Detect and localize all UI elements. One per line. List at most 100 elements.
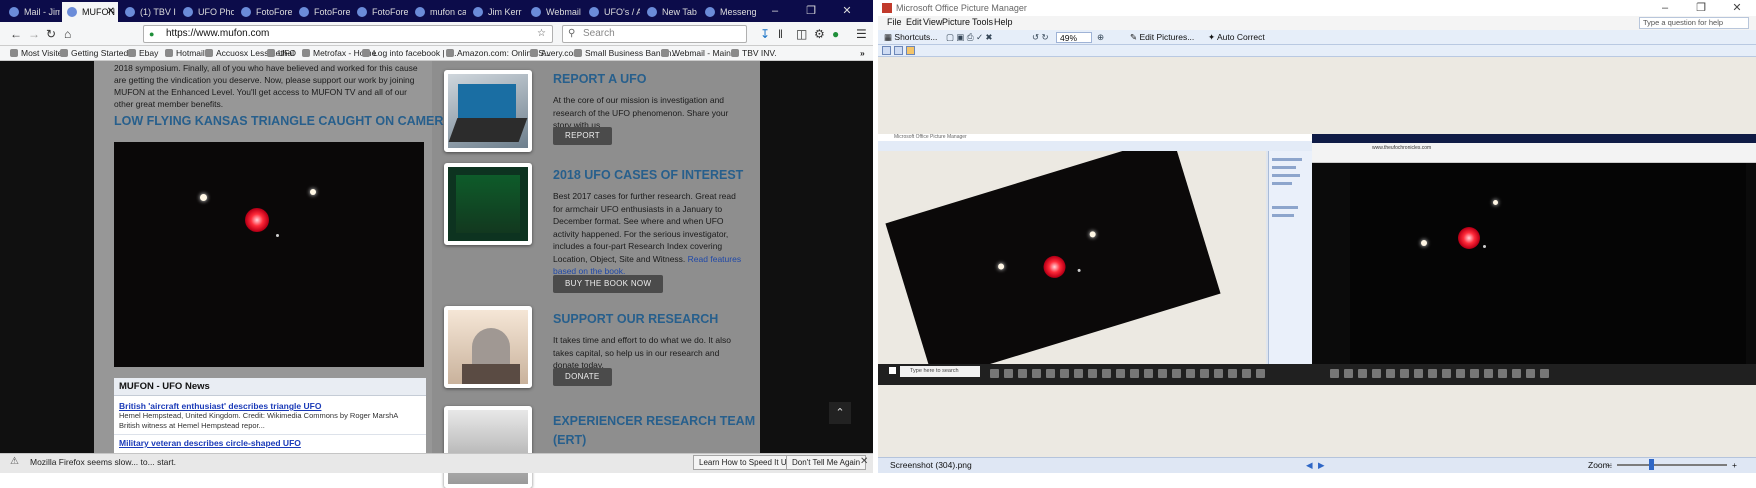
bookmark-label: Getting Started xyxy=(71,48,129,58)
taskbar-app-icon xyxy=(1358,369,1367,378)
next-picture-icon[interactable]: ▶ xyxy=(1318,460,1325,471)
maximize-icon[interactable]: ❐ xyxy=(793,0,829,22)
sync-icon[interactable]: ● xyxy=(832,25,839,43)
pm-title-bar: Microsoft Office Picture Manager xyxy=(878,0,1756,16)
home-icon[interactable]: ⌂ xyxy=(64,25,71,43)
inner-browser-tabs xyxy=(1312,134,1756,143)
browser-tab[interactable]: Webmail xyxy=(526,2,582,22)
browser-tab[interactable]: UFO Photo xyxy=(178,2,234,22)
browser-tab[interactable]: FotoForen xyxy=(352,2,408,22)
browser-tab[interactable]: New Tab xyxy=(642,2,698,22)
pm-menu-edit[interactable]: Edit xyxy=(906,17,922,27)
observatory-thumbnail[interactable] xyxy=(444,306,532,388)
close-icon[interactable]: ✕ xyxy=(829,0,865,22)
pm-close-icon[interactable]: ✕ xyxy=(1719,0,1755,16)
library-icon[interactable]: ‖ xyxy=(778,25,783,43)
bookmark-item[interactable]: Log into facebook | f... xyxy=(362,47,457,60)
notification-close-icon[interactable]: ✕ xyxy=(860,456,868,467)
report-thumbnail[interactable] xyxy=(444,70,532,152)
pm-maximize-icon[interactable]: ❐ xyxy=(1683,0,1719,16)
tab-close-icon[interactable]: ✕ xyxy=(107,2,115,22)
news-headline[interactable]: British 'aircraft enthusiast' describes … xyxy=(119,401,321,411)
browser-tab[interactable]: UFO's / Au xyxy=(584,2,640,22)
reload-icon[interactable]: ↻ xyxy=(46,25,56,43)
building-thumbnail[interactable] xyxy=(444,406,532,488)
zoom-dropdown[interactable]: 49% xyxy=(1056,32,1093,43)
bookmark-item[interactable]: Webmail - Main xyxy=(661,47,731,60)
news-headline[interactable]: Military veteran describes circle-shaped… xyxy=(119,438,301,448)
learn-speed-button[interactable]: Learn How to Speed It Up xyxy=(693,455,798,470)
task-pane-item xyxy=(1272,206,1298,209)
menu-icon[interactable]: ☰ xyxy=(856,25,867,43)
pm-menu-help[interactable]: Help xyxy=(994,17,1013,27)
edit-pictures-button[interactable]: ✎ Edit Pictures... xyxy=(1130,32,1194,43)
cases-heading[interactable]: 2018 UFO CASES OF INTEREST xyxy=(553,168,743,182)
bookmarks-overflow-icon[interactable]: » xyxy=(860,47,865,60)
ert-heading[interactable]: EXPERIENCER RESEARCH TEAM xyxy=(553,414,755,428)
browser-tab[interactable]: Jim Kerr xyxy=(468,2,524,22)
browser-tab[interactable]: Mail - Jim xyxy=(4,2,60,22)
browser-tab[interactable]: FotoForen xyxy=(294,2,350,22)
download-icon[interactable]: ↧ xyxy=(760,25,770,43)
rotate-icons[interactable]: ↺ ↻ xyxy=(1032,32,1049,43)
browser-tab[interactable]: Messenger xyxy=(700,2,756,22)
ask-question-input[interactable]: Type a question for help xyxy=(1639,17,1749,29)
browser-tab[interactable]: mufon cas xyxy=(410,2,466,22)
buy-book-button[interactable]: BUY THE BOOK NOW xyxy=(553,275,664,293)
dont-tell-again-button[interactable]: Don't Tell Me Again xyxy=(786,455,867,470)
bookmark-item[interactable]: Ebay xyxy=(128,47,158,60)
minimize-icon[interactable]: – xyxy=(757,0,793,22)
faint-light xyxy=(1483,245,1486,248)
url-bar[interactable]: ● https://www.mufon.com ☆ xyxy=(143,25,553,43)
support-heading[interactable]: SUPPORT OUR RESEARCH xyxy=(553,312,718,326)
search-input[interactable]: ⚲ Search xyxy=(562,25,747,43)
forward-icon[interactable]: → xyxy=(28,25,40,43)
bookmark-label: Hotmail xyxy=(176,48,205,58)
inner-pm-canvas xyxy=(878,151,1266,364)
zoom-icon[interactable]: ⊕ xyxy=(1097,32,1104,43)
laptop-keyboard xyxy=(448,118,528,142)
thumbnail-view-icon[interactable] xyxy=(882,46,891,55)
report-ufo-heading[interactable]: REPORT A UFO xyxy=(553,72,647,86)
scroll-to-top-button[interactable]: ⌃ xyxy=(829,402,851,424)
book-thumbnail[interactable] xyxy=(444,163,532,245)
pm-menu-view[interactable]: View xyxy=(923,17,942,27)
notification-text: Mozilla Firefox seems slow... to... star… xyxy=(30,457,176,467)
book-cover xyxy=(456,175,520,233)
bookmark-item[interactable]: TBV INV. xyxy=(731,47,777,60)
bookmark-item[interactable]: Most Visited xyxy=(10,47,67,60)
zoom-out-icon[interactable]: – xyxy=(1607,460,1612,470)
pm-menu-picture[interactable]: Picture xyxy=(942,17,970,27)
sidebar-icon[interactable]: ◫ xyxy=(796,25,807,43)
back-icon[interactable]: ← xyxy=(10,25,22,43)
shortcuts-button[interactable]: ▦ Shortcuts... xyxy=(884,32,937,43)
laptop-screen xyxy=(458,84,516,118)
report-button[interactable]: REPORT xyxy=(553,127,612,145)
video-heading[interactable]: LOW FLYING KANSAS TRIANGLE CAUGHT ON CAM… xyxy=(114,114,452,128)
auto-correct-button[interactable]: ✦ Auto Correct xyxy=(1208,32,1265,43)
pm-menu-file[interactable]: File xyxy=(887,17,902,27)
zoom-slider[interactable] xyxy=(1617,464,1727,466)
file-tools-icons[interactable]: ▢ ▣ ⎙ ✓ ✖ xyxy=(946,32,993,43)
zoom-in-icon[interactable]: + xyxy=(1732,460,1737,470)
browser-tab[interactable]: (1) TBV Inv xyxy=(120,2,176,22)
inner-pm-title: Microsoft Office Picture Manager xyxy=(878,134,1312,141)
browser-tab[interactable]: FotoForen xyxy=(236,2,292,22)
previous-picture-icon[interactable]: ◀ xyxy=(1306,460,1313,471)
bookmark-item[interactable]: Getting Started xyxy=(60,47,128,60)
donate-button[interactable]: DONATE xyxy=(553,368,612,386)
bookmark-item[interactable]: Hotmail xyxy=(165,47,205,60)
single-view-icon[interactable] xyxy=(906,46,915,55)
bookmark-item[interactable]: Avery.com xyxy=(530,47,580,60)
pm-menu-tools[interactable]: Tools xyxy=(972,17,993,27)
bookmark-item[interactable]: UFO xyxy=(267,47,296,60)
ufo-video-still[interactable] xyxy=(114,142,424,367)
tab-label: Webmail xyxy=(546,7,581,17)
bookmark-star-icon[interactable]: ☆ xyxy=(537,26,546,42)
filmstrip-view-icon[interactable] xyxy=(894,46,903,55)
zoom-slider-thumb[interactable] xyxy=(1649,459,1655,470)
tab-label: New Tab xyxy=(662,7,697,17)
extension-icon[interactable]: ⚙ xyxy=(814,25,825,43)
pm-minimize-icon[interactable]: – xyxy=(1647,0,1683,16)
browser-tab[interactable]: MUFON ✕ xyxy=(62,2,118,22)
